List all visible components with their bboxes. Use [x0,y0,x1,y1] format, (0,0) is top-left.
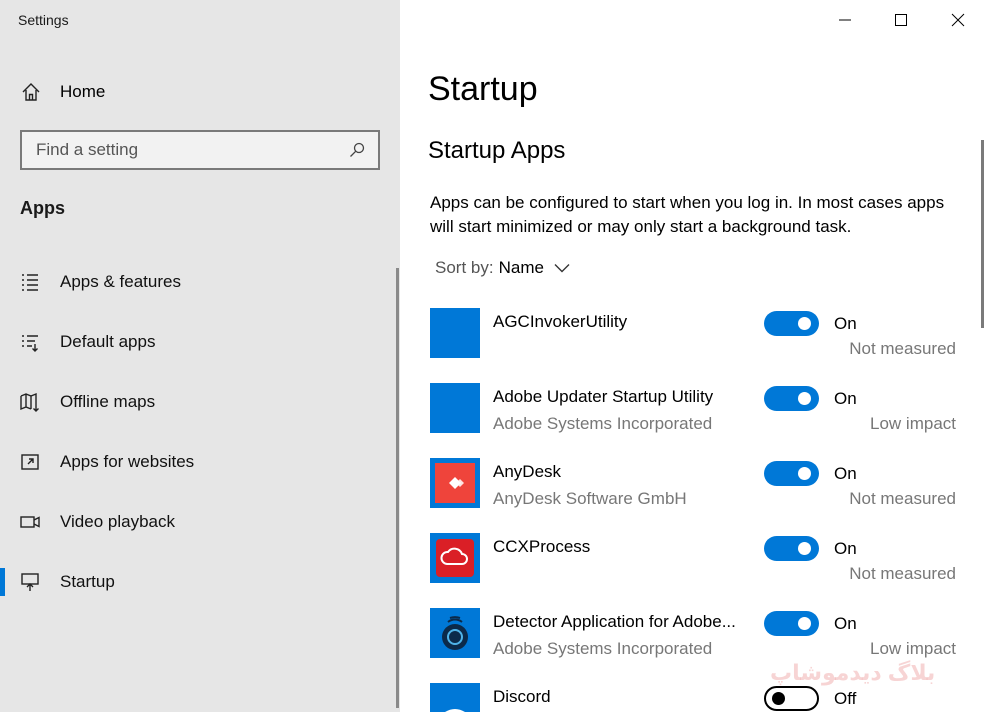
app-publisher: Adobe Systems Incorporated [493,414,713,433]
app-toggle[interactable] [764,686,819,711]
sidebar-item-offline-maps[interactable]: Offline maps [0,372,396,432]
app-toggle[interactable] [764,461,819,486]
impact-label: Low impact [870,639,956,658]
search-box[interactable] [20,130,380,170]
sidebar-item-startup[interactable]: Startup [0,552,396,612]
impact-label: Low impact [870,414,956,433]
app-toggle[interactable] [764,611,819,636]
chevron-down-icon [554,264,570,273]
home-label: Home [60,82,106,101]
toggle-state: On [834,614,857,633]
discord-icon [430,683,480,712]
home-link[interactable]: Home [20,80,105,104]
app-name: AGCInvokerUtility [493,312,628,331]
minimize-icon [838,19,851,21]
app-publisher: Adobe Systems Incorporated [493,639,713,658]
sidebar-nav: Apps & features Default apps Offline map… [0,252,396,612]
sidebar-item-apps-websites[interactable]: Apps for websites [0,432,396,492]
sidebar-item-apps-features[interactable]: Apps & features [0,252,396,312]
app-name: Detector Application for Adobe... [493,612,736,631]
page-title: Startup [428,70,538,108]
sort-label: Sort by: [435,258,494,277]
app-name: Discord [493,687,551,706]
app-publisher: AnyDesk Software GmbH [493,489,687,508]
startup-icon [21,573,39,591]
search-input[interactable] [36,140,348,160]
default-apps-icon [22,335,38,352]
sidebar-item-label: Default apps [60,332,156,351]
creative-cloud-icon [430,533,480,583]
impact-label: Not measured [849,489,956,508]
apps-features-icon [22,274,38,291]
list-item: CCXProcess On Not measured [430,533,970,593]
close-icon [951,13,964,27]
app-toggle[interactable] [764,311,819,336]
toggle-state: On [834,464,857,483]
app-name: Adobe Updater Startup Utility [493,387,714,406]
list-item: AnyDesk AnyDesk Software GmbH On Not mea… [430,458,970,518]
minimize-button[interactable] [816,0,873,40]
main-scrollbar[interactable] [981,140,984,328]
section-title: Apps [20,198,65,218]
maximize-button[interactable] [872,0,929,40]
blank-app-icon [430,308,480,358]
sidebar-item-label: Apps & features [60,272,181,291]
sidebar-item-label: Startup [60,572,115,591]
app-toggle[interactable] [764,536,819,561]
sidebar-item-label: Video playback [60,512,175,531]
anydesk-icon [430,458,480,508]
sidebar-item-video-playback[interactable]: Video playback [0,492,396,552]
sidebar-item-default-apps[interactable]: Default apps [0,312,396,372]
maximize-icon [894,14,907,26]
offline-maps-icon [20,392,39,412]
sidebar-scrollbar[interactable] [396,268,399,708]
toggle-state: On [834,389,857,408]
app-name: AnyDesk [493,462,562,481]
toggle-state: On [834,539,857,558]
list-item: AGCInvokerUtility On Not measured [430,308,970,368]
search-icon[interactable] [348,141,366,159]
window-title: Settings [18,12,69,28]
sidebar-item-label: Offline maps [60,392,156,411]
impact-label: Not measured [849,339,956,358]
video-playback-icon [20,516,40,528]
apps-websites-icon [21,454,39,470]
home-icon [22,83,40,101]
list-item: Detector Application for Adobe... Adobe … [430,608,970,668]
impact-label: Not measured [849,564,956,583]
list-item: Discord Off [430,683,970,712]
app-toggle[interactable] [764,386,819,411]
watermark: بلاگ دیدموشاپ [770,660,936,685]
section-heading: Startup Apps [428,137,566,164]
toggle-state: On [834,314,857,333]
app-name: CCXProcess [493,537,591,556]
sidebar-item-label: Apps for websites [60,452,195,471]
close-button[interactable] [929,0,986,40]
list-item: Adobe Updater Startup Utility Adobe Syst… [430,383,970,443]
sidebar: Settings Home Apps Apps & features Defau… [0,0,400,712]
detector-icon [430,608,480,658]
blank-app-icon [430,383,480,433]
sort-dropdown[interactable]: Sort by: Name [435,256,570,280]
sort-value: Name [498,258,544,277]
toggle-state: Off [834,689,857,708]
description-text: Apps can be configured to start when you… [430,193,945,236]
